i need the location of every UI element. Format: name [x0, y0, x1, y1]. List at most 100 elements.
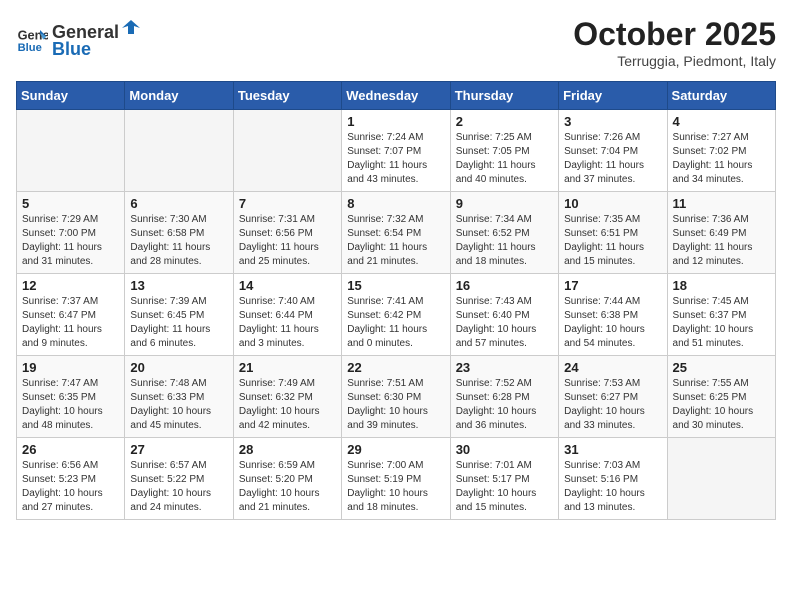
day-info: Sunrise: 7:01 AM Sunset: 5:17 PM Dayligh… — [456, 459, 553, 515]
calendar-week-row: 5Sunrise: 7:29 AM Sunset: 7:00 PM Daylig… — [17, 192, 776, 274]
title-block: October 2025 Terruggia, Piedmont, Italy — [573, 16, 776, 69]
day-number: 14 — [239, 278, 336, 293]
day-number: 30 — [456, 442, 553, 457]
day-info: Sunrise: 7:31 AM Sunset: 6:56 PM Dayligh… — [239, 213, 336, 269]
calendar-day-cell: 8 Sunrise: 7:32 AM Sunset: 6:54 PM Daylig… — [342, 192, 450, 274]
calendar-day-cell: 19Sunrise: 7:47 AM Sunset: 6:35 PM Dayli… — [17, 356, 125, 438]
day-number: 3 — [564, 114, 661, 129]
calendar-day-cell: 1 Sunrise: 7:24 AM Sunset: 7:07 PM Daylig… — [342, 110, 450, 192]
day-number: 21 — [239, 360, 336, 375]
calendar-day-cell: 27Sunrise: 6:57 AM Sunset: 5:22 PM Dayli… — [125, 438, 233, 520]
weekday-header-row: SundayMondayTuesdayWednesdayThursdayFrid… — [17, 82, 776, 110]
day-info: Sunrise: 7:43 AM Sunset: 6:40 PM Dayligh… — [456, 295, 553, 351]
month-title: October 2025 — [573, 16, 776, 53]
day-info: Sunrise: 7:53 AM Sunset: 6:27 PM Dayligh… — [564, 377, 661, 433]
calendar-day-cell: 12 Sunrise: 7:37 AM Sunset: 6:47 PM Dayli… — [17, 274, 125, 356]
day-info: Sunrise: 7:25 AM Sunset: 7:05 PM Dayligh… — [456, 131, 553, 187]
calendar-day-cell: 23 Sunrise: 7:52 AM Sunset: 6:28 PM Dayli… — [450, 356, 558, 438]
day-info: Sunrise: 7:44 AM Sunset: 6:38 PM Dayligh… — [564, 295, 661, 351]
day-info: Sunrise: 7:30 AM Sunset: 6:58 PM Dayligh… — [130, 213, 227, 269]
calendar-day-cell: 29Sunrise: 7:00 AM Sunset: 5:19 PM Dayli… — [342, 438, 450, 520]
weekday-header: Friday — [559, 82, 667, 110]
day-number: 4 — [673, 114, 770, 129]
day-number: 8 — [347, 196, 444, 211]
weekday-header: Thursday — [450, 82, 558, 110]
calendar-day-cell: 18Sunrise: 7:45 AM Sunset: 6:37 PM Dayli… — [667, 274, 775, 356]
logo-icon: General Blue — [16, 22, 48, 54]
calendar-day-cell — [667, 438, 775, 520]
day-info: Sunrise: 7:35 AM Sunset: 6:51 PM Dayligh… — [564, 213, 661, 269]
calendar-day-cell: 7 Sunrise: 7:31 AM Sunset: 6:56 PM Daylig… — [233, 192, 341, 274]
calendar-day-cell: 22 Sunrise: 7:51 AM Sunset: 6:30 PM Dayli… — [342, 356, 450, 438]
day-number: 11 — [673, 196, 770, 211]
calendar-day-cell: 10 Sunrise: 7:35 AM Sunset: 6:51 PM Dayli… — [559, 192, 667, 274]
calendar-week-row: 1 Sunrise: 7:24 AM Sunset: 7:07 PM Daylig… — [17, 110, 776, 192]
svg-text:Blue: Blue — [18, 42, 42, 54]
calendar-day-cell: 28Sunrise: 6:59 AM Sunset: 5:20 PM Dayli… — [233, 438, 341, 520]
day-number: 9 — [456, 196, 553, 211]
calendar-day-cell: 13Sunrise: 7:39 AM Sunset: 6:45 PM Dayli… — [125, 274, 233, 356]
day-number: 19 — [22, 360, 119, 375]
calendar-day-cell — [233, 110, 341, 192]
day-number: 31 — [564, 442, 661, 457]
calendar-day-cell: 26 Sunrise: 6:56 AM Sunset: 5:23 PM Dayli… — [17, 438, 125, 520]
day-info: Sunrise: 7:49 AM Sunset: 6:32 PM Dayligh… — [239, 377, 336, 433]
logo-bird-icon — [120, 16, 142, 38]
day-number: 24 — [564, 360, 661, 375]
calendar-day-cell: 25 Sunrise: 7:55 AM Sunset: 6:25 PM Dayli… — [667, 356, 775, 438]
calendar-day-cell: 21 Sunrise: 7:49 AM Sunset: 6:32 PM Dayli… — [233, 356, 341, 438]
page-header: General Blue General Blue October 2025 T… — [16, 16, 776, 69]
calendar-day-cell — [17, 110, 125, 192]
calendar-day-cell: 24 Sunrise: 7:53 AM Sunset: 6:27 PM Dayli… — [559, 356, 667, 438]
calendar-day-cell: 31 Sunrise: 7:03 AM Sunset: 5:16 PM Dayli… — [559, 438, 667, 520]
calendar-week-row: 26 Sunrise: 6:56 AM Sunset: 5:23 PM Dayli… — [17, 438, 776, 520]
day-number: 2 — [456, 114, 553, 129]
day-info: Sunrise: 7:27 AM Sunset: 7:02 PM Dayligh… — [673, 131, 770, 187]
day-number: 16 — [456, 278, 553, 293]
calendar-day-cell: 16 Sunrise: 7:43 AM Sunset: 6:40 PM Dayli… — [450, 274, 558, 356]
day-info: Sunrise: 6:56 AM Sunset: 5:23 PM Dayligh… — [22, 459, 119, 515]
day-number: 17 — [564, 278, 661, 293]
calendar-week-row: 12 Sunrise: 7:37 AM Sunset: 6:47 PM Dayli… — [17, 274, 776, 356]
day-info: Sunrise: 7:48 AM Sunset: 6:33 PM Dayligh… — [130, 377, 227, 433]
calendar-week-row: 19Sunrise: 7:47 AM Sunset: 6:35 PM Dayli… — [17, 356, 776, 438]
logo: General Blue General Blue — [16, 16, 143, 60]
calendar-day-cell: 15Sunrise: 7:41 AM Sunset: 6:42 PM Dayli… — [342, 274, 450, 356]
day-info: Sunrise: 7:03 AM Sunset: 5:16 PM Dayligh… — [564, 459, 661, 515]
day-number: 7 — [239, 196, 336, 211]
day-info: Sunrise: 7:26 AM Sunset: 7:04 PM Dayligh… — [564, 131, 661, 187]
day-info: Sunrise: 7:36 AM Sunset: 6:49 PM Dayligh… — [673, 213, 770, 269]
day-info: Sunrise: 7:52 AM Sunset: 6:28 PM Dayligh… — [456, 377, 553, 433]
day-number: 25 — [673, 360, 770, 375]
calendar-day-cell: 14Sunrise: 7:40 AM Sunset: 6:44 PM Dayli… — [233, 274, 341, 356]
day-info: Sunrise: 7:41 AM Sunset: 6:42 PM Dayligh… — [347, 295, 444, 351]
day-number: 20 — [130, 360, 227, 375]
day-number: 12 — [22, 278, 119, 293]
day-info: Sunrise: 7:37 AM Sunset: 6:47 PM Dayligh… — [22, 295, 119, 351]
weekday-header: Sunday — [17, 82, 125, 110]
weekday-header: Monday — [125, 82, 233, 110]
calendar-day-cell: 9Sunrise: 7:34 AM Sunset: 6:52 PM Daylig… — [450, 192, 558, 274]
day-number: 26 — [22, 442, 119, 457]
day-number: 5 — [22, 196, 119, 211]
calendar-day-cell: 5Sunrise: 7:29 AM Sunset: 7:00 PM Daylig… — [17, 192, 125, 274]
day-number: 22 — [347, 360, 444, 375]
day-info: Sunrise: 6:59 AM Sunset: 5:20 PM Dayligh… — [239, 459, 336, 515]
day-number: 10 — [564, 196, 661, 211]
calendar-day-cell: 2 Sunrise: 7:25 AM Sunset: 7:05 PM Daylig… — [450, 110, 558, 192]
calendar-day-cell: 3 Sunrise: 7:26 AM Sunset: 7:04 PM Daylig… — [559, 110, 667, 192]
day-number: 23 — [456, 360, 553, 375]
day-info: Sunrise: 7:24 AM Sunset: 7:07 PM Dayligh… — [347, 131, 444, 187]
day-info: Sunrise: 7:55 AM Sunset: 6:25 PM Dayligh… — [673, 377, 770, 433]
calendar-day-cell: 6 Sunrise: 7:30 AM Sunset: 6:58 PM Daylig… — [125, 192, 233, 274]
day-number: 29 — [347, 442, 444, 457]
day-number: 6 — [130, 196, 227, 211]
calendar-table: SundayMondayTuesdayWednesdayThursdayFrid… — [16, 81, 776, 520]
day-info: Sunrise: 7:51 AM Sunset: 6:30 PM Dayligh… — [347, 377, 444, 433]
weekday-header: Tuesday — [233, 82, 341, 110]
day-info: Sunrise: 6:57 AM Sunset: 5:22 PM Dayligh… — [130, 459, 227, 515]
day-number: 1 — [347, 114, 444, 129]
calendar-day-cell: 30 Sunrise: 7:01 AM Sunset: 5:17 PM Dayli… — [450, 438, 558, 520]
day-info: Sunrise: 7:32 AM Sunset: 6:54 PM Dayligh… — [347, 213, 444, 269]
calendar-day-cell: 20 Sunrise: 7:48 AM Sunset: 6:33 PM Dayli… — [125, 356, 233, 438]
